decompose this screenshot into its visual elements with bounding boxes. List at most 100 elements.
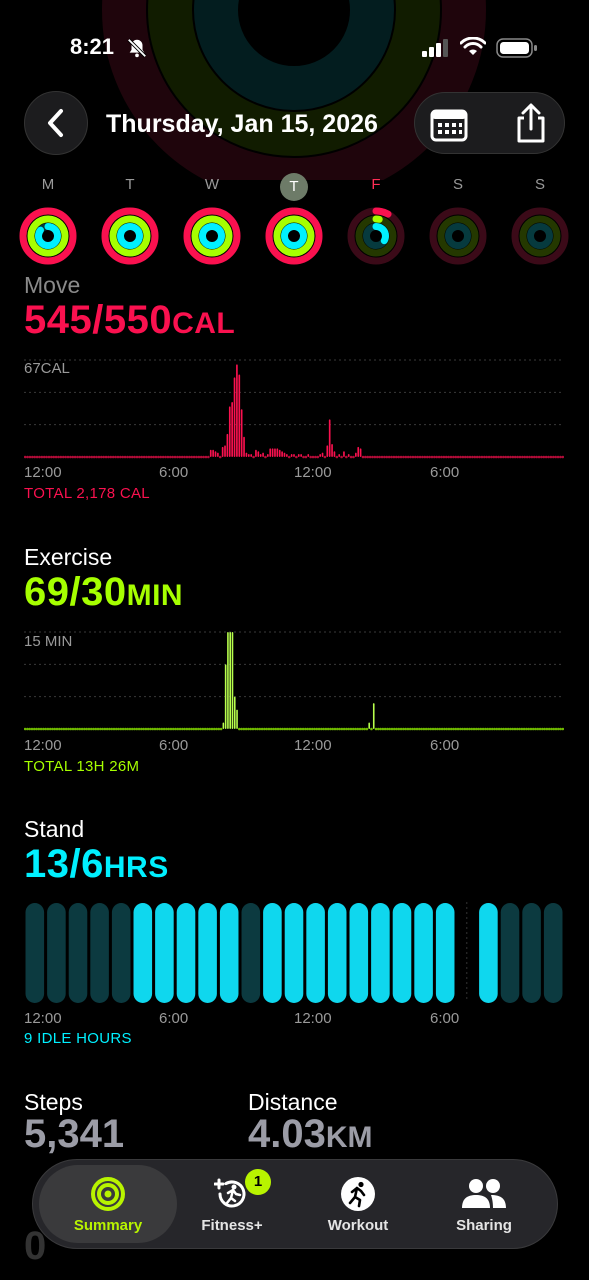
chart-baseline-dot <box>502 727 505 731</box>
stand-axis-labels: 12:00 6:00 12:00 6:00 <box>24 1010 564 1028</box>
chart-baseline-dot <box>423 455 427 459</box>
chart-baseline-dot <box>456 455 460 459</box>
chart-baseline-dot <box>121 455 125 459</box>
stand-hour-bar <box>392 903 412 1003</box>
chart-baseline-dot <box>238 727 241 731</box>
move-title: Move <box>24 272 81 298</box>
chart-baseline-dot <box>102 455 105 459</box>
chart-baseline-dot <box>338 727 341 731</box>
chart-bar <box>357 446 360 457</box>
chart-baseline-dot <box>530 455 534 459</box>
chart-baseline-dot <box>64 455 67 459</box>
calendar-icon[interactable] <box>429 105 469 143</box>
chart-baseline-dot <box>354 727 357 731</box>
day-saturday[interactable]: S <box>428 170 488 270</box>
chart-baseline-dot <box>176 455 179 459</box>
chart-baseline-dot <box>39 727 43 731</box>
chart-baseline-dot <box>199 727 202 731</box>
tab-sharing[interactable]: Sharing <box>419 1160 549 1250</box>
chart-bar <box>226 433 229 457</box>
chart-baseline-dot <box>531 727 535 731</box>
day-letter: W <box>204 176 220 193</box>
chart-baseline-dot <box>111 455 115 459</box>
chart-baseline-dot <box>349 727 353 731</box>
chart-baseline-dot <box>383 727 387 731</box>
chart-baseline-dot <box>199 455 203 459</box>
chart-baseline-dot <box>256 727 259 731</box>
stand-chart <box>25 902 563 1003</box>
chart-baseline-dot <box>392 455 396 459</box>
chart-baseline-dot <box>381 727 385 731</box>
chart-bar <box>221 446 224 457</box>
chart-baseline-dot <box>181 727 184 731</box>
chart-baseline-dot <box>244 727 248 731</box>
chart-baseline-dot <box>550 727 553 731</box>
chart-baseline-dot <box>85 455 89 459</box>
chart-baseline-dot <box>153 727 157 731</box>
back-button[interactable] <box>24 91 88 155</box>
chart-baseline-dot <box>249 727 253 731</box>
move-value-unit: CAL <box>172 307 236 340</box>
chart-baseline-dot <box>149 455 153 459</box>
chart-baseline-dot <box>380 455 384 459</box>
chart-baseline-dot <box>149 727 152 731</box>
chart-bar <box>274 448 276 457</box>
day-tuesday[interactable]: T <box>100 170 160 270</box>
chart-baseline-dot <box>411 727 414 731</box>
chart-baseline-dot <box>465 727 469 731</box>
stand-value-unit: HRS <box>103 851 169 884</box>
chart-baseline-dot <box>547 727 551 731</box>
chart-bar <box>297 454 300 457</box>
chart-baseline-dot <box>538 727 542 731</box>
chart-bar <box>236 364 238 457</box>
day-wednesday[interactable]: W <box>182 170 242 270</box>
chart-baseline-dot <box>540 455 543 459</box>
tab-summary[interactable]: Summary <box>39 1165 177 1243</box>
day-thursday-selected[interactable]: T <box>264 170 324 270</box>
chart-baseline-dot <box>509 455 512 459</box>
chart-baseline-dot <box>119 455 122 459</box>
tab-workout[interactable]: Workout <box>293 1160 423 1250</box>
chart-baseline-dot <box>133 455 136 459</box>
chart-baseline-dot <box>527 727 530 731</box>
chart-baseline-dot <box>169 727 173 731</box>
chart-baseline-dot <box>299 727 303 731</box>
chart-baseline-dot <box>62 727 66 731</box>
chart-bar <box>240 409 243 457</box>
chevron-left-icon <box>48 109 63 137</box>
chart-baseline-dot <box>484 727 487 731</box>
chart-baseline-dot <box>487 455 491 459</box>
tab-fitness-plus[interactable]: 1 Fitness+ <box>167 1160 297 1250</box>
chart-baseline-dot <box>352 455 355 459</box>
day-friday[interactable]: F <box>346 170 406 270</box>
chart-baseline-dot <box>140 727 143 731</box>
chart-bar <box>217 452 219 457</box>
chart-baseline-dot <box>504 727 508 731</box>
share-icon[interactable] <box>511 102 551 144</box>
chart-baseline-dot <box>114 455 117 459</box>
chart-baseline-dot <box>171 455 174 459</box>
chart-baseline-dot <box>252 455 255 459</box>
chart-baseline-dot <box>83 455 86 459</box>
chart-baseline-dot <box>414 455 417 459</box>
chart-baseline-dot <box>50 455 53 459</box>
chart-baseline-dot <box>109 455 113 459</box>
chart-baseline-dot <box>504 455 508 459</box>
stand-total: 9 IDLE HOURS <box>24 1030 132 1047</box>
chart-baseline-dot <box>368 455 372 459</box>
chart-baseline-dot <box>140 455 144 459</box>
stand-hour-bar <box>414 903 433 1003</box>
chart-baseline-dot <box>397 727 401 731</box>
chart-baseline-dot <box>144 727 148 731</box>
stand-hour-bar <box>435 903 455 1003</box>
chart-baseline-dot <box>212 727 216 731</box>
tab-label: Summary <box>73 1217 143 1234</box>
stand-hour-bar <box>155 903 174 1003</box>
day-letter: F <box>371 176 381 193</box>
chart-baseline-dot <box>123 455 127 459</box>
chart-baseline-dot <box>322 727 325 731</box>
chart-baseline-dot <box>99 727 102 731</box>
day-monday[interactable]: M <box>18 170 78 270</box>
day-sunday[interactable]: S <box>510 170 570 270</box>
chart-baseline-dot <box>142 727 145 731</box>
